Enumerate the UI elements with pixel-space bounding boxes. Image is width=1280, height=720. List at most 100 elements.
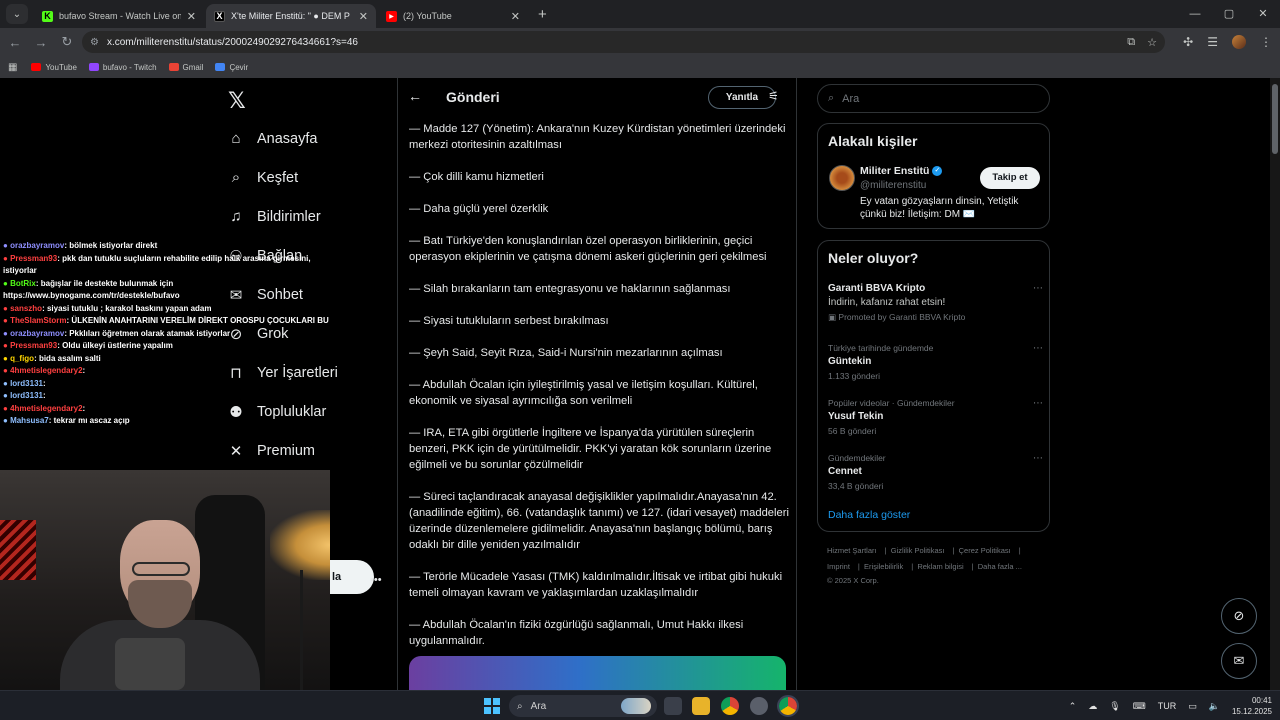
footer-link[interactable]: Daha fazla ... [978,562,1022,571]
show-more-link[interactable]: Daha fazla göster [828,509,910,521]
cast-icon[interactable]: ⧉ [1127,36,1135,49]
reply-button[interactable]: Yanıtla [708,86,776,109]
page-scrollbar[interactable] [1270,78,1280,690]
forward-icon[interactable]: → [28,35,54,50]
windows-start-icon[interactable] [484,698,500,714]
follow-button[interactable]: Takip et [980,167,1040,189]
search-input[interactable]: ⌕ Ara [817,84,1050,113]
trend-item[interactable]: Türkiye tarihinde gündemde Güntekin 1.13… [828,343,1043,381]
filter-icon[interactable]: ⚟ [768,89,779,103]
chat-username[interactable]: Mahsusa7 [10,416,49,425]
chrome-icon[interactable] [721,697,739,715]
browser-tab-youtube[interactable]: ▶ (2) YouTube ✕ [378,4,528,28]
relevant-people-card: Alakalı kişiler Militer Enstitü ✓ @milite… [817,123,1050,229]
apps-grid-icon[interactable]: ▦ [8,62,17,73]
profile-avatar[interactable] [1232,35,1246,49]
post-paragraph: — Terörle Mücadele Yasası (TMK) kaldırıl… [409,571,783,599]
site-info-icon[interactable]: ⚙ [90,37,99,48]
post-paragraph: — Madde 127 (Yönetim): Ankara'nın Kuzey … [409,123,786,151]
messages-fab-icon[interactable]: ✉ [1221,643,1257,679]
nav-item-home[interactable]: ⌂ Anasayfa [227,130,317,147]
more-icon[interactable]: ⋯ [1033,398,1043,409]
more-icon[interactable]: ⋯ [1033,343,1043,354]
trend-item[interactable]: Gündemdekiler Cennet 33,4 B gönderi ⋯ [828,453,1043,491]
new-tab-button[interactable]: + [538,6,547,23]
chat-username[interactable]: sanszho [10,304,42,313]
tab-title: X'te Militer Enstitü: " ● DEM P [231,11,350,21]
chrome-active-icon[interactable] [777,695,799,717]
footer-link[interactable]: Hizmet Şartları [827,546,877,555]
chat-username[interactable]: orazbayramov [10,329,64,338]
browser-tab-x[interactable]: X X'te Militer Enstitü: " ● DEM P ✕ [206,4,376,28]
tab-search-icon[interactable]: ⌄ [6,4,28,24]
reload-icon[interactable]: ↻ [54,34,80,50]
keyboard-icon[interactable]: ⌨ [1133,701,1146,712]
x-favicon-icon: X [214,10,225,22]
chat-badge-icon: ● [3,241,11,250]
post-media-image[interactable] [409,656,786,690]
minimize-icon[interactable]: — [1178,0,1212,28]
bookmark-translate[interactable]: Çevir [215,63,248,72]
reading-list-icon[interactable]: ☰ [1207,35,1218,49]
taskbar-search[interactable]: ⌕ Ara [509,695,657,717]
clock[interactable]: 00:41 15.12.2025 [1232,695,1272,717]
avatar[interactable] [829,165,855,191]
grok-fab-icon[interactable]: ⊘ [1221,598,1257,634]
network-icon[interactable]: ▭ [1188,701,1197,712]
chat-username[interactable]: orazbayramov [10,241,64,250]
chat-text: : Pkklıları öğretmen olarak atamak istiy… [64,328,231,338]
trend-item[interactable]: Popüler videolar · Gündemdekiler Yusuf T… [828,398,1043,436]
close-tab-icon[interactable]: ✕ [359,10,368,23]
close-tab-icon[interactable]: ✕ [187,10,196,23]
trend-context: Gündemdekiler [828,453,886,463]
chat-username[interactable]: lord3131 [10,391,43,400]
extensions-icon[interactable]: ✣ [1183,35,1193,49]
scrollbar-thumb[interactable] [1272,84,1278,154]
file-explorer-icon[interactable] [692,697,710,715]
chat-username[interactable]: TheSlamStorm [10,316,66,325]
menu-icon[interactable]: ⋮ [1260,35,1272,49]
chat-username[interactable]: q_figo [10,354,34,363]
search-placeholder: Ara [842,92,860,105]
more-icon[interactable]: ⋯ [1033,453,1043,464]
chat-username[interactable]: lord3131 [10,379,43,388]
person-handle[interactable]: @militerenstitu [860,180,926,191]
close-tab-icon[interactable]: ✕ [511,10,520,23]
chat-username[interactable]: Pressman93 [10,341,57,350]
back-icon[interactable]: ← [2,35,28,50]
cloud-icon[interactable]: ☁ [1088,701,1097,712]
chat-username[interactable]: 4hmetislegendary2 [10,366,82,375]
nav-item-notifications[interactable]: ♫ Bildirimler [227,208,320,225]
chat-username[interactable]: 4hmetislegendary2 [10,404,82,413]
x-logo-icon[interactable]: 𝕏 [228,88,246,114]
bookmark-gmail[interactable]: Gmail [168,63,203,72]
footer-link[interactable]: Erişilebilirlik [864,562,903,571]
footer-link[interactable]: Reklam bilgisi [917,562,963,571]
task-view-icon[interactable] [664,697,682,715]
footer-link[interactable]: Çerez Politikası [959,546,1011,555]
chevron-up-icon[interactable]: ⌃ [1069,701,1077,712]
footer-link[interactable]: Imprint [827,562,850,571]
person-name[interactable]: Militer Enstitü ✓ [860,165,943,177]
bookmark-youtube[interactable]: YouTube [31,63,77,72]
footer-link[interactable]: Gizlilik Politikası [891,546,945,555]
chat-username[interactable]: BotRix [10,279,36,288]
bookmark-twitch[interactable]: bufavo - Twitch [88,62,157,72]
account-more-icon[interactable]: ••• [370,574,382,586]
trend-item[interactable]: Garanti BBVA Kripto İndirin, kafanız rah… [828,283,1043,323]
back-arrow-icon[interactable]: ← [408,88,422,104]
nav-item-explore[interactable]: ⌕ Keşfet [227,169,298,186]
steam-icon[interactable] [750,697,768,715]
star-icon[interactable]: ☆ [1147,36,1157,49]
post-button-partial[interactable]: la [330,560,374,594]
mic-icon[interactable]: 🎙 [1109,701,1120,712]
more-icon[interactable]: ⋯ [1033,283,1043,294]
bookmark-label: bufavo - Twitch [102,62,157,72]
volume-icon[interactable]: 🔈 [1209,701,1220,712]
address-bar[interactable]: ⚙ x.com/militerenstitu/status/2000249029… [82,31,1165,53]
close-window-icon[interactable]: ✕ [1246,0,1280,28]
maximize-icon[interactable]: ▢ [1212,0,1246,28]
browser-tab-kick[interactable]: K bufavo Stream - Watch Live on ✕ [34,4,204,28]
language-indicator[interactable]: TUR [1158,701,1177,711]
chat-username[interactable]: Pressman93 [10,254,57,263]
